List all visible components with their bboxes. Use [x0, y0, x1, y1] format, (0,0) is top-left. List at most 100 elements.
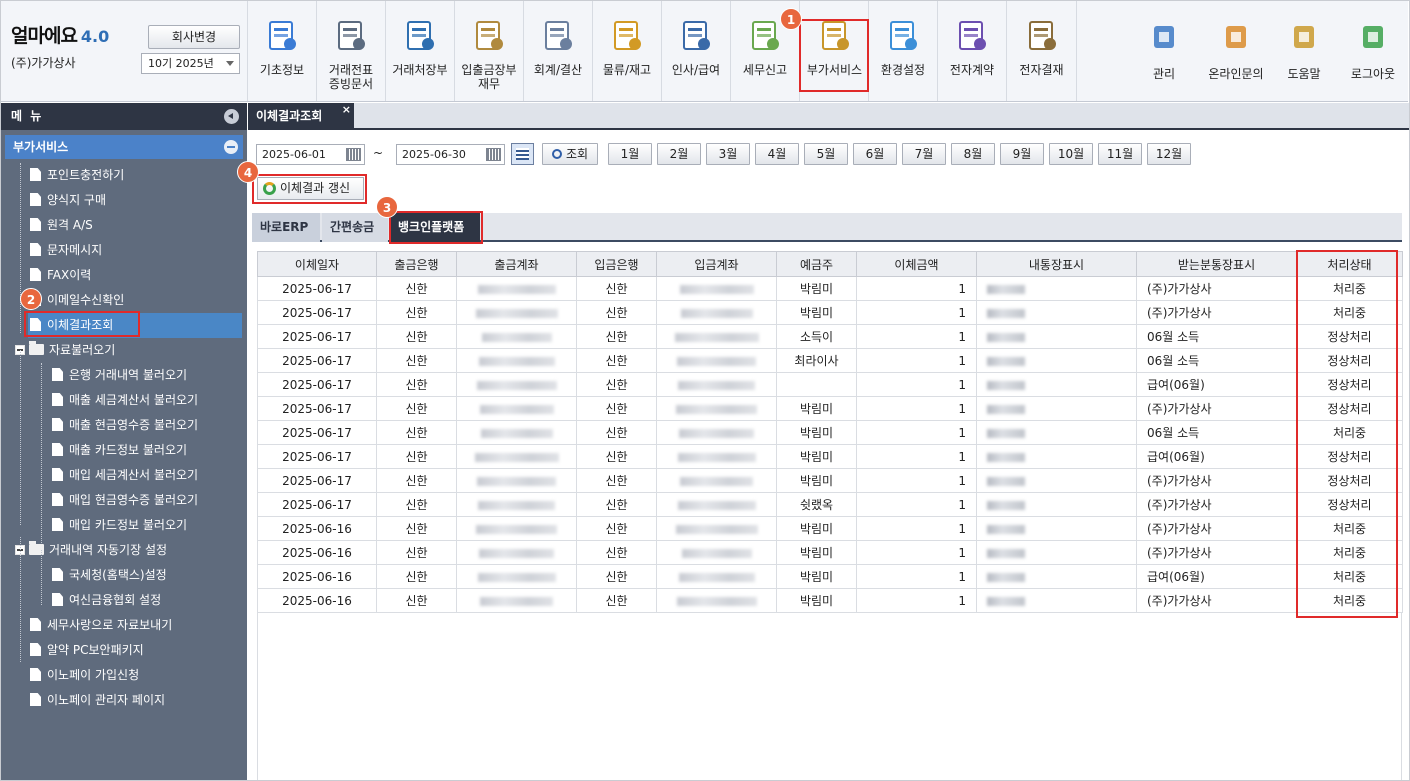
collapse-sidebar-icon[interactable] [224, 109, 239, 124]
subtab-baro-erp[interactable]: 바로ERP [252, 213, 320, 242]
fiscal-period-select[interactable]: 10기 2025년 [141, 53, 240, 74]
table-row[interactable]: 2025-06-17 신한 신한 최라이사 1 06월 소득 정상처리 [257, 348, 1403, 373]
menu-folder[interactable]: 자료불러오기 [15, 338, 115, 363]
table-row[interactable]: 2025-06-17 신한 신한 쉿랬옥 1 (주)가가상사 정상처리 [257, 492, 1403, 517]
transfer-amount-cell: 1 [856, 372, 977, 397]
column-header[interactable]: 예금주 [776, 251, 857, 277]
menu-item[interactable]: 원격 A/S [30, 213, 93, 238]
menu-item[interactable]: 매입 세금계산서 불러오기 [52, 463, 198, 488]
menu-item[interactable]: FAX이력 [30, 263, 91, 288]
document-icon [30, 243, 41, 256]
toolbar-button-10[interactable]: 환경설정 [868, 1, 937, 101]
toolbar-button-4[interactable]: 입출금장부 재무 [454, 1, 523, 101]
date-to-field[interactable]: 2025-06-30 [396, 144, 505, 165]
money-bag-icon [472, 19, 506, 53]
menu-item[interactable]: 매출 현금영수증 불러오기 [52, 413, 198, 438]
menu-item[interactable]: 국세청(홈택스)설정 [52, 563, 167, 588]
highlight-transfer-result-item [24, 311, 140, 337]
search-button[interactable]: 조회 [542, 143, 598, 165]
column-header[interactable]: 출금계좌 [456, 251, 577, 277]
table-row[interactable]: 2025-06-17 신한 신한 박림미 1 급여(06월) 정상처리 [257, 444, 1403, 469]
month-button[interactable]: 9월 [1000, 143, 1044, 165]
my-statement-memo-cell [976, 420, 1137, 445]
table-row[interactable]: 2025-06-17 신한 신한 박림미 1 (주)가가상사 처리중 [257, 276, 1403, 301]
deposit-bank-cell: 신한 [576, 396, 657, 421]
menu-item[interactable]: 매입 현금영수증 불러오기 [52, 488, 198, 513]
withdraw-account-cell [456, 564, 577, 589]
transfer-amount-cell: 1 [856, 564, 977, 589]
subtab-simple-transfer[interactable]: 간편송금 [322, 213, 388, 242]
column-header[interactable]: 이체일자 [257, 251, 377, 277]
month-button[interactable]: 7월 [902, 143, 946, 165]
menu-item[interactable]: 은행 거래내역 불러오기 [52, 363, 187, 388]
column-header[interactable]: 받는분통장표시 [1136, 251, 1297, 277]
toolbar-button-3[interactable]: 거래처장부 [385, 1, 454, 101]
menu-item[interactable]: 문자메시지 [30, 238, 102, 263]
menu-item[interactable]: 이메일수신확인 [30, 288, 124, 313]
month-button[interactable]: 6월 [853, 143, 897, 165]
menu-item[interactable]: 이노페이 가입신청 [30, 663, 139, 688]
calendar-grid-icon[interactable] [486, 148, 501, 161]
toolbar-button-11[interactable]: 전자계약 [937, 1, 1006, 101]
menu-item[interactable]: 알약 PC보안패키지 [30, 638, 144, 663]
month-button[interactable]: 3월 [706, 143, 750, 165]
menu-item[interactable]: 매출 카드정보 불러오기 [52, 438, 187, 463]
toolbar-button-1[interactable]: 기초정보 [247, 1, 316, 101]
toolbar-button-2[interactable]: 거래전표 증빙문서 [316, 1, 385, 101]
table-row[interactable]: 2025-06-17 신한 신한 박림미 1 (주)가가상사 정상처리 [257, 468, 1403, 493]
right-toolbar-button-1[interactable]: 관리 [1134, 1, 1194, 101]
column-header[interactable]: 출금은행 [376, 251, 457, 277]
toolbar-button-12[interactable]: 전자결재 [1006, 1, 1076, 101]
transfer-amount-cell: 1 [856, 348, 977, 373]
menu-item[interactable]: 세무사랑으로 자료보내기 [30, 613, 172, 638]
column-header[interactable]: 입금계좌 [656, 251, 777, 277]
table-row[interactable]: 2025-06-16 신한 신한 박림미 1 (주)가가상사 처리중 [257, 516, 1403, 541]
right-toolbar-button-3[interactable]: 도움말 [1275, 1, 1333, 101]
menu-item[interactable]: 이노페이 관리자 페이지 [30, 688, 165, 713]
company-change-button[interactable]: 회사변경 [148, 25, 240, 49]
month-button[interactable]: 2월 [657, 143, 701, 165]
month-button[interactable]: 5월 [804, 143, 848, 165]
table-row[interactable]: 2025-06-17 신한 신한 1 급여(06월) 정상처리 [257, 372, 1403, 397]
table-row[interactable]: 2025-06-16 신한 신한 박림미 1 (주)가가상사 처리중 [257, 588, 1403, 613]
month-button[interactable]: 1월 [608, 143, 652, 165]
date-from-field[interactable]: 2025-06-01 [256, 144, 365, 165]
menu-item[interactable]: 매출 세금계산서 불러오기 [52, 388, 198, 413]
collapse-section-icon[interactable] [224, 140, 238, 154]
month-button[interactable]: 4월 [755, 143, 799, 165]
column-header[interactable]: 입금은행 [576, 251, 657, 277]
menu-item[interactable]: 여신금융협회 설정 [52, 588, 161, 613]
menu-folder[interactable]: 거래내역 자동기장 설정 [15, 538, 167, 563]
right-toolbar-button-4[interactable]: 로그아웃 [1339, 1, 1407, 101]
section-header-value-added[interactable]: 부가서비스 [5, 135, 243, 159]
column-header[interactable]: 내통장표시 [976, 251, 1137, 277]
tab-transfer-result[interactable]: 이체결과조회 × [248, 103, 354, 130]
menu-item[interactable]: 양식지 구매 [30, 188, 106, 213]
column-header[interactable]: 이체금액 [856, 251, 977, 277]
calendar-grid-icon[interactable] [346, 148, 361, 161]
right-toolbar-button-2[interactable]: 온라인문의 [1197, 1, 1275, 101]
menu-item[interactable]: 포인트충전하기 [30, 163, 124, 188]
table-row[interactable]: 2025-06-17 신한 신한 박림미 1 (주)가가상사 정상처리 [257, 396, 1403, 421]
deposit-account-cell [656, 564, 777, 589]
table-row[interactable]: 2025-06-17 신한 신한 박림미 1 (주)가가상사 처리중 [257, 300, 1403, 325]
table-row[interactable]: 2025-06-17 신한 신한 소득이 1 06월 소득 정상처리 [257, 324, 1403, 349]
month-button[interactable]: 10월 [1049, 143, 1093, 165]
document-icon [52, 443, 63, 456]
toolbar-button-6[interactable]: 물류/재고 [592, 1, 661, 101]
month-button[interactable]: 8월 [951, 143, 995, 165]
document-icon [30, 693, 41, 706]
menu-item[interactable]: 매입 카드정보 불러오기 [52, 513, 187, 538]
close-icon[interactable]: × [342, 96, 351, 123]
table-row[interactable]: 2025-06-16 신한 신한 박림미 1 (주)가가상사 처리중 [257, 540, 1403, 565]
month-button[interactable]: 11월 [1098, 143, 1142, 165]
toolbar-button-5[interactable]: 회계/결산 [523, 1, 592, 101]
deposit-account-cell [656, 540, 777, 565]
toolbar-button-7[interactable]: 인사/급여 [661, 1, 730, 101]
table-row[interactable]: 2025-06-16 신한 신한 박림미 1 급여(06월) 처리중 [257, 564, 1403, 589]
my-statement-memo-cell [976, 588, 1137, 613]
table-row[interactable]: 2025-06-17 신한 신한 박림미 1 06월 소득 처리중 [257, 420, 1403, 445]
month-button[interactable]: 12월 [1147, 143, 1191, 165]
calendar-button[interactable] [511, 143, 534, 165]
document-icon [52, 468, 63, 481]
